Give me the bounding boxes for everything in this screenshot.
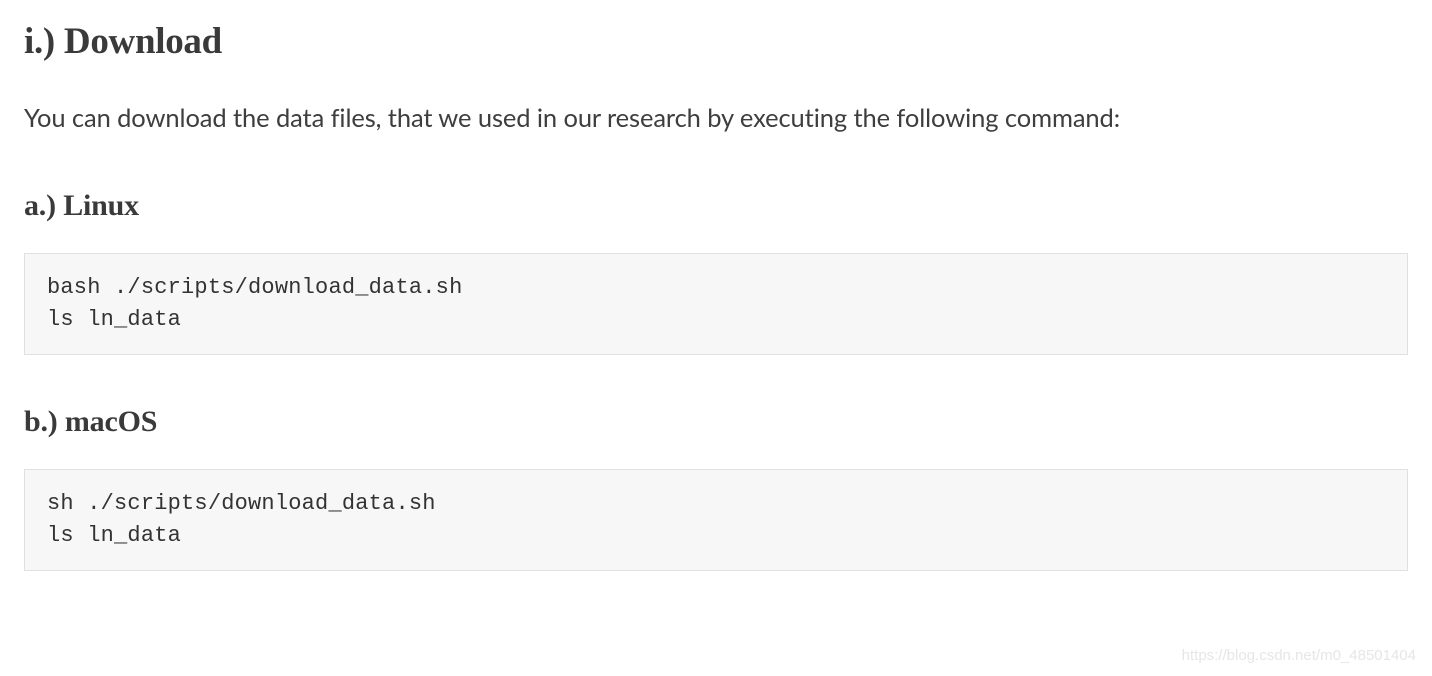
heading-linux: a.) Linux — [24, 189, 1408, 223]
paragraph-intro: You can download the data files, that we… — [24, 99, 1408, 137]
code-block-linux: bash ./scripts/download_data.sh ls ln_da… — [24, 253, 1408, 355]
code-block-macos: sh ./scripts/download_data.sh ls ln_data — [24, 469, 1408, 571]
watermark-text: https://blog.csdn.net/m0_48501404 — [1182, 647, 1416, 664]
heading-macos: b.) macOS — [24, 405, 1408, 439]
heading-download: i.) Download — [24, 20, 1408, 63]
